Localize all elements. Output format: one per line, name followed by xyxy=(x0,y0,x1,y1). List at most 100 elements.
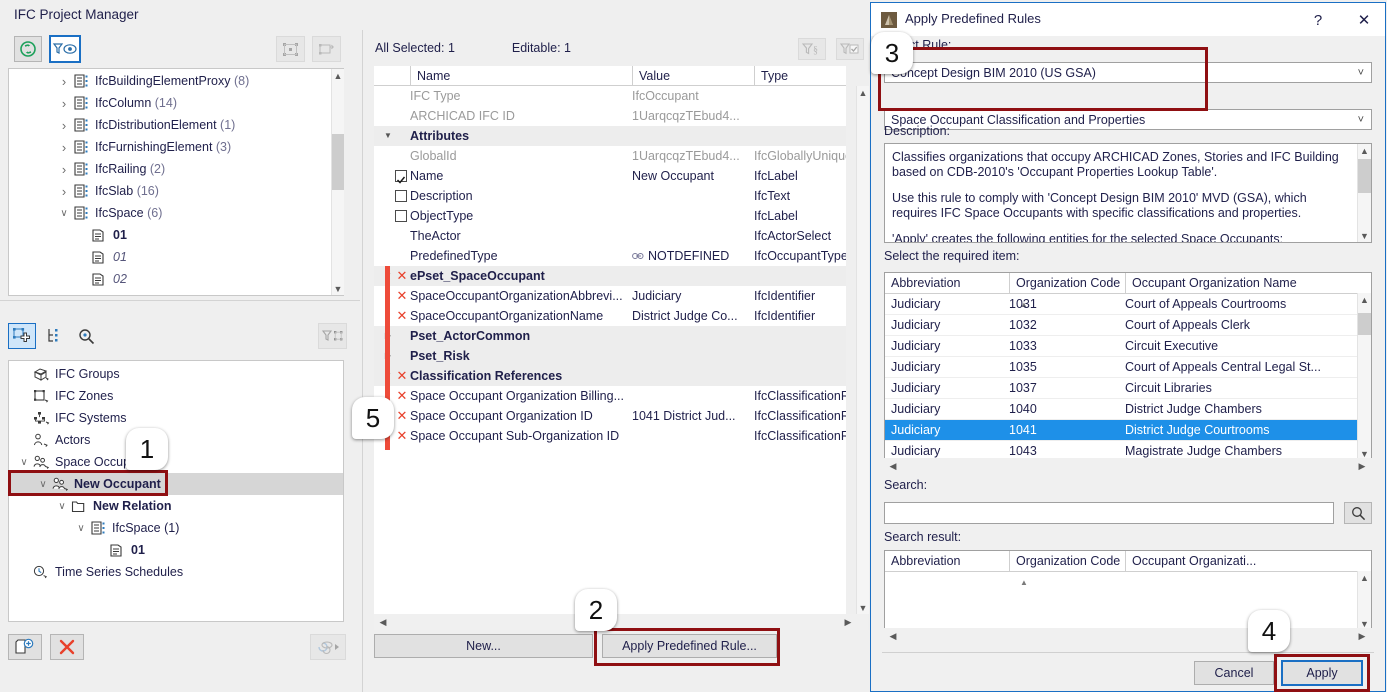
table-row[interactable]: ObjectType IfcLabel xyxy=(374,206,846,226)
filter-visibility-icon[interactable] xyxy=(49,35,81,63)
cancel-button[interactable]: Cancel xyxy=(1194,661,1274,685)
tree-item-ifcrailing[interactable]: › IfcRailing (2) xyxy=(9,158,343,180)
result-col-code[interactable]: Organization Code ▲ xyxy=(1009,551,1125,587)
tree-item-actors[interactable]: Actors xyxy=(9,429,343,451)
tree-toggle-icon[interactable] xyxy=(75,268,89,290)
scroll-thumb[interactable] xyxy=(1358,159,1371,193)
search-result-hscrollbar[interactable]: ◀ ▶ xyxy=(884,628,1372,644)
search-button[interactable] xyxy=(1344,502,1372,524)
ifc-object-tree[interactable]: IFC Groups IFC Zones IFC Systems Actors ∨ Spa… xyxy=(8,360,344,622)
checkbox-unchecked[interactable] xyxy=(395,210,407,222)
scroll-up-arrow[interactable]: ▲ xyxy=(1358,144,1371,157)
rule-select[interactable]: Space Occupant Classification and Proper… xyxy=(884,109,1372,130)
collapse-icon[interactable]: ▼ xyxy=(382,126,394,146)
table-row[interactable]: ✕ Space Occupant Organization ID 1041 Dist… xyxy=(374,406,846,426)
table-row[interactable]: Judiciary 1041 District Judge Courtrooms xyxy=(885,420,1371,441)
scroll-thumb[interactable] xyxy=(1358,313,1371,335)
tree-toggle-icon[interactable]: › xyxy=(57,114,71,136)
tree-toggle-icon[interactable] xyxy=(75,246,89,268)
tree-toggle-icon[interactable] xyxy=(75,224,89,246)
ifc-entity-tree[interactable]: › IfcBuildingElementProxy (8) › IfcColumn (… xyxy=(8,68,344,296)
tree-toggle-icon[interactable]: › xyxy=(57,70,71,92)
description-scrollbar[interactable]: ▲ ▼ xyxy=(1357,144,1371,242)
table-row[interactable]: ARCHICAD IFC ID 1UarqcqzTEbud4... xyxy=(374,106,846,126)
tree-item-ifcfurnishingelement[interactable]: › IfcFurnishingElement (3) xyxy=(9,136,343,158)
table-row[interactable]: Description IfcText xyxy=(374,186,846,206)
scroll-up-arrow[interactable]: ▲ xyxy=(1358,571,1371,584)
checkbox-unchecked[interactable] xyxy=(395,190,407,202)
scroll-down-arrow[interactable]: ▼ xyxy=(332,282,344,295)
table-row[interactable]: ▼✕ePset_SpaceOccupant xyxy=(374,266,846,286)
delete-icon[interactable] xyxy=(50,634,84,660)
table-row[interactable]: ✕ Space Occupant Organization Billing... I… xyxy=(374,386,846,406)
tree-toggle-icon[interactable]: › xyxy=(57,136,71,158)
tree-item-ifccolumn[interactable]: › IfcColumn (14) xyxy=(9,92,343,114)
apply-predefined-rule-button[interactable]: Apply Predefined Rule... xyxy=(602,634,777,658)
tree-toggle-icon[interactable] xyxy=(17,429,31,451)
result-col-org-name[interactable]: Occupant Organizati... xyxy=(1125,551,1371,571)
search-result-table[interactable]: Abbreviation Organization Code ▲ Occupan… xyxy=(884,550,1372,630)
lookup-table-scrollbar[interactable]: ▲ ▼ xyxy=(1357,293,1371,460)
tree-item-ifcbuildingelementproxy[interactable]: › IfcBuildingElementProxy (8) xyxy=(9,70,343,92)
description-box[interactable]: Classifies organizations that occupy ARC… xyxy=(884,143,1372,243)
lookup-col-org-name[interactable]: Occupant Organization Name xyxy=(1125,273,1371,293)
lookup-col-abbreviation[interactable]: Abbreviation xyxy=(885,273,1009,293)
tree-toggle-icon[interactable] xyxy=(75,290,89,295)
property-grid[interactable]: IFC Type IfcOccupant ARCHICAD IFC ID 1Uarqc… xyxy=(374,86,846,614)
new-document-icon[interactable] xyxy=(8,634,42,660)
table-row[interactable]: ▼ Attributes xyxy=(374,126,846,146)
refresh-icon[interactable] xyxy=(14,36,42,62)
tree-item-01[interactable]: 01 xyxy=(9,246,343,268)
grid-col-name[interactable]: Name xyxy=(410,66,632,86)
tree-top-scrollbar[interactable]: ▲ ▼ xyxy=(331,69,344,295)
new-item-icon[interactable] xyxy=(8,323,36,349)
tree-item-02[interactable]: 02 xyxy=(9,268,343,290)
tree-item-ifcspace-1-[interactable]: ∨ IfcSpace (1) xyxy=(9,517,343,539)
table-row[interactable]: Judiciary 1035 Court of Appeals Central Le… xyxy=(885,357,1371,378)
apply-button[interactable]: Apply xyxy=(1281,660,1363,686)
tree-toggle-icon[interactable]: › xyxy=(57,158,71,180)
table-row[interactable]: Name New Occupant IfcLabel xyxy=(374,166,846,186)
tree-toggle-icon[interactable] xyxy=(17,385,31,407)
table-row[interactable]: ▼✕Classification References xyxy=(374,366,846,386)
table-row[interactable]: ▶Pset_Risk xyxy=(374,346,846,366)
tree-item-01[interactable]: 01 xyxy=(9,224,343,246)
tree-toggle-icon[interactable] xyxy=(93,539,107,561)
search-icon[interactable] xyxy=(73,323,99,349)
property-grid-hscrollbar[interactable]: ◀ ▶ xyxy=(374,614,868,630)
tree-toggle-icon[interactable]: ∨ xyxy=(17,451,31,473)
tree-item-new-relation[interactable]: ∨ New Relation xyxy=(9,495,343,517)
grid-col-type[interactable]: Type xyxy=(754,66,846,86)
tree-toggle-icon[interactable]: ∨ xyxy=(55,495,69,517)
tree-toggle-icon[interactable] xyxy=(17,561,31,583)
table-row[interactable]: ✕ Space Occupant Sub-Organization ID IfcCl… xyxy=(374,426,846,446)
scroll-down-arrow[interactable]: ▼ xyxy=(857,601,869,614)
tree-item-01[interactable]: 01 xyxy=(9,539,343,561)
tree-item-space-occupants[interactable]: ∨ Space Occupants xyxy=(9,451,343,473)
table-row[interactable]: Judiciary 1040 District Judge Chambers xyxy=(885,399,1371,420)
scroll-up-arrow[interactable]: ▲ xyxy=(857,86,869,99)
table-row[interactable]: ✕ SpaceOccupantOrganizationName District J… xyxy=(374,306,846,326)
close-icon[interactable]: ✕ xyxy=(1349,9,1379,31)
table-row[interactable]: ✕ SpaceOccupantOrganizationAbbrevi... Judi… xyxy=(374,286,846,306)
scroll-down-arrow[interactable]: ▼ xyxy=(1358,229,1371,242)
tree-toggle-icon[interactable]: ∨ xyxy=(74,517,88,539)
scroll-up-arrow[interactable]: ▲ xyxy=(1358,293,1371,306)
search-input[interactable] xyxy=(884,502,1334,524)
tree-item-time-series-schedules[interactable]: Time Series Schedules xyxy=(9,561,343,583)
table-row[interactable]: Judiciary 1033 Circuit Executive xyxy=(885,336,1371,357)
new-button[interactable]: New... xyxy=(374,634,593,658)
tree-item-03[interactable]: 03 xyxy=(9,290,343,295)
table-row[interactable]: TheActor IfcActorSelect xyxy=(374,226,846,246)
tree-item-ifcdistributionelement[interactable]: › IfcDistributionElement (1) xyxy=(9,114,343,136)
tree-toggle-icon[interactable]: ∨ xyxy=(36,473,50,495)
search-result-scrollbar[interactable]: ▲ ▼ xyxy=(1357,571,1371,630)
tree-toggle-icon[interactable] xyxy=(17,363,31,385)
dialog-title-bar[interactable]: Apply Predefined Rules ? ✕ xyxy=(871,3,1385,36)
table-row[interactable]: Judiciary 1037 Circuit Libraries xyxy=(885,378,1371,399)
tree-toggle-icon[interactable]: › xyxy=(57,180,71,202)
lookup-table-hscrollbar[interactable]: ◀ ▶ xyxy=(884,458,1372,474)
tree-toggle-icon[interactable]: › xyxy=(57,92,71,114)
tree-item-ifcspace[interactable]: ∨ IfcSpace (6) xyxy=(9,202,343,224)
property-grid-scrollbar[interactable]: ▲ ▼ xyxy=(856,86,869,614)
